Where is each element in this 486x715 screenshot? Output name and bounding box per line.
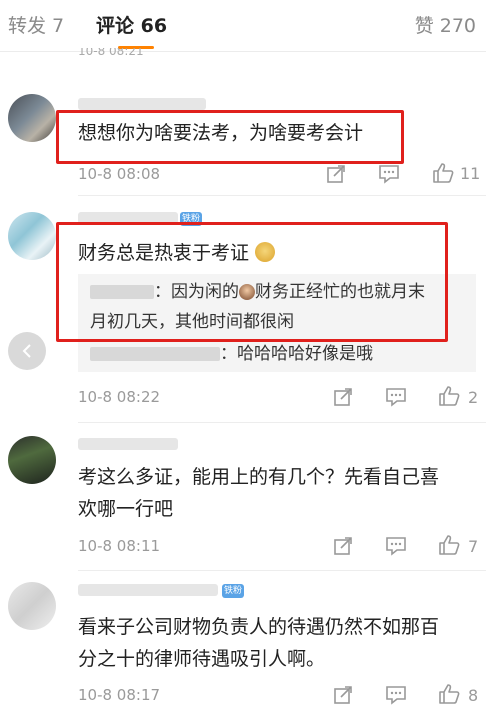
username-blurred[interactable] [78,584,218,596]
tab-likes[interactable]: 赞 270 [415,14,476,38]
repost-icon[interactable] [332,684,354,706]
comment-text: 考这么多证，能用上的有几个？先看自己喜 [78,466,440,488]
avatar[interactable] [8,582,56,630]
reply-line: ：哈哈哈哈好像是哦 [90,340,373,368]
username-blurred[interactable] [78,438,178,450]
comment-icon[interactable] [385,386,407,408]
fan-badge: 铁粉 [222,584,244,598]
repost-icon[interactable] [332,386,354,408]
reply-text: ：哈哈哈哈好像是哦 [220,344,373,364]
tab-comments[interactable]: 评论 66 [96,14,167,38]
comment-icon[interactable] [385,535,407,557]
tab-bar: 转发 7 评论 66 赞 270 [0,0,486,52]
comment-time: 10-8 08:17 [78,686,161,704]
divider [78,422,486,423]
like-count: 11 [460,164,481,183]
comment-icon[interactable] [385,684,407,706]
comment-text: 看来子公司财物负责人的待遇仍然不如那百 [78,616,440,638]
like-count: 8 [468,686,479,705]
comment-text: 分之十的律师待遇吸引人啊。 [78,648,326,670]
avatar[interactable] [8,212,56,260]
thumbs-up-icon[interactable] [432,162,454,184]
like-count: 2 [468,388,479,407]
avatar[interactable] [8,94,56,142]
divider [78,195,486,196]
comment-text: 欢哪一行吧 [78,498,174,520]
chevron-left-icon [22,344,31,358]
reply-username-blurred[interactable] [90,347,220,361]
previous-comment-time: 10-8 08:21 [78,48,144,58]
comment-icon[interactable] [378,163,400,185]
highlight-box [56,110,404,164]
divider [78,570,486,571]
username-blurred[interactable] [78,98,206,110]
comment-time: 10-8 08:08 [78,165,161,183]
repost-icon[interactable] [325,163,347,185]
comment-time: 10-8 08:11 [78,537,161,555]
thumbs-up-icon[interactable] [438,683,460,705]
back-button[interactable] [8,332,46,370]
thumbs-up-icon[interactable] [438,534,460,556]
avatar[interactable] [8,436,56,484]
like-count: 7 [468,537,479,556]
thumbs-up-icon[interactable] [438,385,460,407]
comment-time: 10-8 08:22 [78,388,161,406]
highlight-box [56,222,448,342]
tab-repost[interactable]: 转发 7 [8,14,64,38]
repost-icon[interactable] [332,535,354,557]
